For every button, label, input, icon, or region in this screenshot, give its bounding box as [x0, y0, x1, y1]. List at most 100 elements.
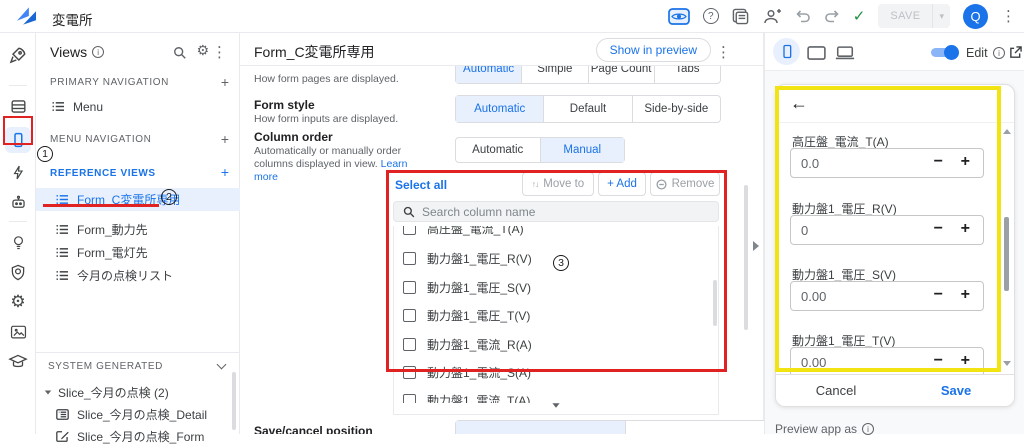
desktop-device-button[interactable]: [835, 46, 855, 60]
preview-scrollbar[interactable]: [1004, 217, 1009, 291]
views-search-icon[interactable]: [173, 46, 187, 60]
decrement-icon[interactable]: −: [934, 153, 943, 171]
increment-icon[interactable]: +: [961, 220, 970, 238]
scroll-up-icon[interactable]: [1003, 129, 1011, 134]
option-tabs[interactable]: Tabs: [655, 66, 720, 83]
preview-eye-icon[interactable]: [668, 8, 690, 25]
column-search-input[interactable]: [422, 205, 682, 219]
remove-column-button[interactable]: Remove: [650, 172, 720, 196]
expand-group-icon[interactable]: [45, 391, 51, 395]
decrement-icon[interactable]: −: [934, 352, 943, 370]
move-to-button[interactable]: ↑↓ Move to: [522, 172, 594, 196]
column-list-scrollbar[interactable]: [713, 280, 717, 326]
option-1[interactable]: [456, 421, 626, 434]
number-field[interactable]: 0.00 − +: [790, 347, 984, 376]
option-automatic[interactable]: Automatic: [456, 138, 541, 162]
checkbox[interactable]: [403, 226, 416, 235]
views-info-icon[interactable]: i: [92, 46, 104, 58]
column-row[interactable]: 高圧盤_電流_T(A): [394, 226, 718, 242]
increment-icon[interactable]: +: [961, 286, 970, 304]
add-column-button[interactable]: + Add: [598, 172, 646, 196]
views-more-icon[interactable]: ⋮: [212, 45, 227, 60]
add-primary-view-button[interactable]: +: [221, 75, 229, 89]
checkbox[interactable]: [403, 366, 416, 379]
views-scrollbar[interactable]: [232, 372, 236, 430]
column-row[interactable]: 動力盤1_電圧_S(V): [394, 273, 718, 301]
decrement-icon[interactable]: −: [934, 286, 943, 304]
decrement-icon[interactable]: −: [934, 220, 943, 238]
back-arrow-icon[interactable]: ←: [790, 93, 808, 114]
intelligence-icon[interactable]: [7, 231, 29, 253]
column-row[interactable]: 動力盤1_電流_S(A): [394, 358, 718, 386]
open-in-new-icon[interactable]: [1009, 46, 1022, 59]
tablet-device-button[interactable]: [807, 46, 826, 60]
view-item-label: Form_動力先: [77, 221, 148, 238]
views-icon-selected[interactable]: [5, 127, 31, 153]
data-icon[interactable]: [7, 95, 29, 117]
increment-icon[interactable]: +: [961, 352, 970, 370]
number-field[interactable]: 0.0 − +: [790, 148, 984, 178]
manage-icon[interactable]: [7, 321, 29, 343]
collapse-system-generated-icon[interactable]: [217, 360, 227, 370]
edit-toggle[interactable]: [929, 46, 959, 59]
option-2[interactable]: [626, 421, 765, 434]
views-settings-icon[interactable]: ⚙: [196, 43, 209, 57]
slice-group[interactable]: Slice_今月の点検 (2): [36, 381, 240, 404]
views-panel: Views i ⚙ ⋮ PRIMARY NAVIGATION + Menu ME…: [36, 33, 240, 434]
help-icon[interactable]: ?: [703, 8, 719, 24]
get-started-icon[interactable]: [7, 44, 29, 66]
option-default[interactable]: Default: [544, 96, 632, 122]
share-add-user-icon[interactable]: [762, 9, 782, 24]
option-automatic[interactable]: Automatic: [456, 66, 522, 83]
column-row[interactable]: 動力盤1_電圧_R(V): [394, 244, 718, 272]
checkbox[interactable]: [403, 281, 416, 294]
list-expand-button[interactable]: [394, 403, 718, 414]
number-field[interactable]: 0 − +: [790, 215, 984, 245]
option-simple[interactable]: Simple: [522, 66, 588, 83]
cancel-button[interactable]: Cancel: [776, 375, 896, 406]
phone-device-button[interactable]: [773, 38, 800, 65]
undo-icon[interactable]: [795, 9, 811, 23]
select-all-link[interactable]: Select all: [395, 178, 447, 192]
checkbox[interactable]: [403, 338, 416, 351]
option-automatic[interactable]: Automatic: [456, 96, 544, 122]
learn-icon[interactable]: [7, 351, 29, 373]
main-scrollbar[interactable]: [744, 185, 748, 330]
form-save-button[interactable]: Save: [896, 375, 1015, 406]
column-row[interactable]: 動力盤1_電圧_T(V): [394, 301, 718, 329]
edit-info-icon[interactable]: i: [993, 47, 1005, 59]
view-item-form-c[interactable]: Form_C変電所専用: [36, 188, 240, 211]
automation-bot-icon[interactable]: [7, 191, 29, 213]
add-menu-view-button[interactable]: +: [221, 132, 229, 146]
app-gallery-icon[interactable]: [732, 8, 749, 25]
collapse-preview-arrow[interactable]: [753, 241, 759, 251]
option-page-count[interactable]: Page Count: [589, 66, 655, 83]
checkbox[interactable]: [403, 309, 416, 322]
view-item-form-light[interactable]: Form_電灯先: [36, 241, 240, 264]
checkbox[interactable]: [403, 252, 416, 265]
more-options-icon[interactable]: ⋮: [1001, 9, 1016, 24]
redo-icon[interactable]: [824, 9, 840, 23]
actions-icon[interactable]: [7, 161, 29, 183]
number-field[interactable]: 0.00 − +: [790, 281, 984, 311]
settings-more-icon[interactable]: ⋮: [716, 45, 731, 60]
account-avatar[interactable]: Q: [963, 4, 988, 29]
show-in-preview-button[interactable]: Show in preview: [596, 38, 711, 62]
view-item-menu[interactable]: Menu: [36, 95, 240, 118]
view-item-form-power[interactable]: Form_動力先: [36, 218, 240, 241]
scroll-down-icon[interactable]: [1003, 361, 1011, 366]
preview-app-info-icon: i: [862, 423, 874, 435]
save-button[interactable]: SAVE ▾: [878, 4, 950, 28]
view-item-monthly-list[interactable]: 今月の点検リスト: [36, 264, 240, 287]
increment-icon[interactable]: +: [961, 153, 970, 171]
view-item-slice-form[interactable]: Slice_今月の点検_Form: [36, 425, 240, 448]
option-manual[interactable]: Manual: [541, 138, 625, 162]
view-item-label: Slice_今月の点検_Form: [77, 428, 204, 445]
settings-icon[interactable]: ⚙: [7, 290, 29, 312]
view-item-slice-detail[interactable]: Slice_今月の点検_Detail: [36, 403, 240, 426]
add-reference-view-button[interactable]: +: [221, 165, 229, 179]
save-dropdown-icon[interactable]: ▾: [933, 11, 950, 22]
security-icon[interactable]: [7, 261, 29, 283]
option-side-by-side[interactable]: Side-by-side: [633, 96, 720, 122]
column-row[interactable]: 動力盤1_電流_R(A): [394, 330, 718, 358]
